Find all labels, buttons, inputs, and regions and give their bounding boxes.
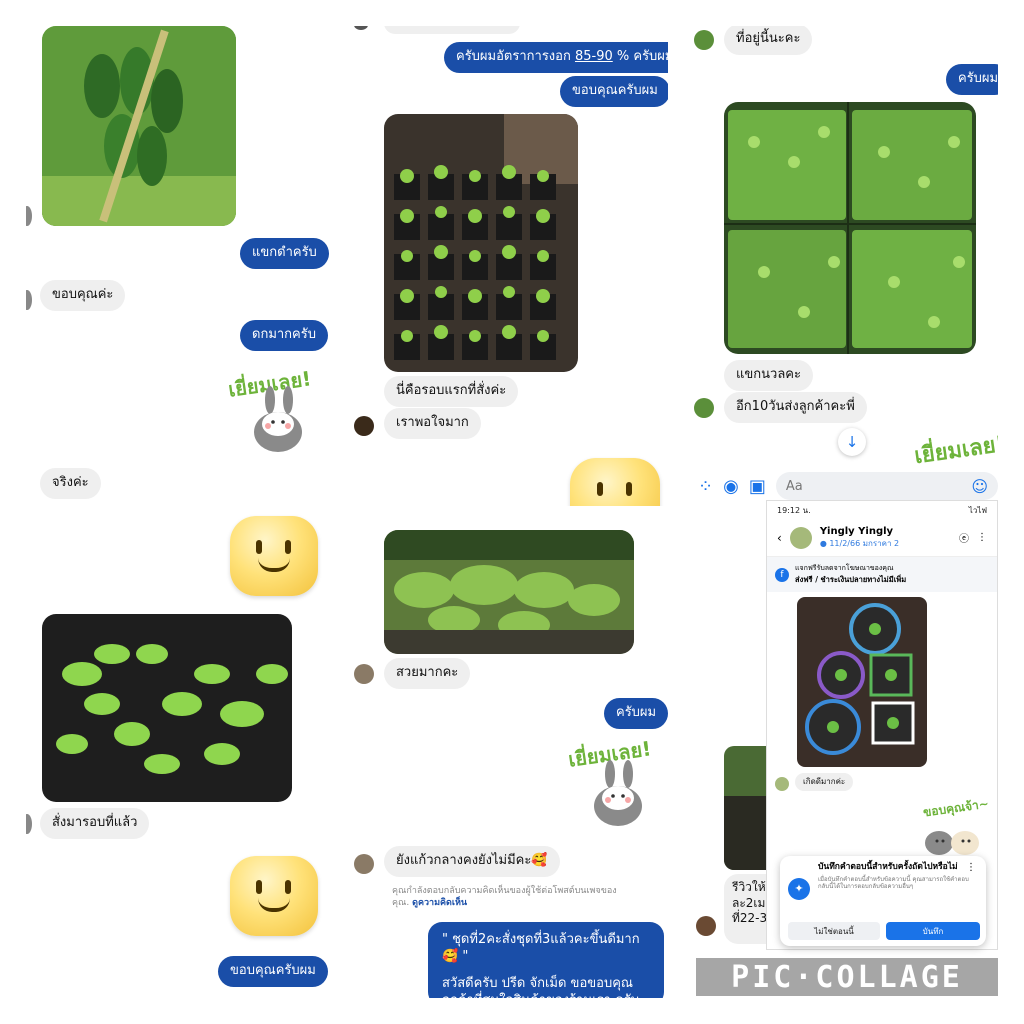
facebook-icon: f: [775, 567, 789, 582]
dialog-title: บันทึกคำตอบนี้สำหรับครั้งถัดไปหรือไม่: [818, 862, 958, 872]
sender-avatar: [694, 398, 714, 418]
germination-suffix: % ครับผม: [612, 49, 668, 64]
sender-avatar: [354, 854, 374, 874]
bubble-thank-you: ขอบคุณค่ะ: [40, 280, 126, 311]
panel-chat-6-left: รีวิวให้ ละ2เม ที่22-3: [694, 510, 766, 954]
sender-avatar: [694, 30, 714, 50]
not-now-button[interactable]: ไม่ใช่ตอนนี้: [788, 922, 880, 940]
save-button[interactable]: บันทึก: [886, 922, 980, 940]
bubble-sprouted-well: เกิดดีมากค่ะ: [795, 773, 854, 792]
rabbit-sticker: [917, 813, 987, 857]
status-signal: ไวไฟ: [968, 505, 987, 515]
smiley-emoji: [230, 856, 318, 936]
sticker-caption: เยี่ยมเลย!: [912, 431, 998, 466]
sender-avatar: [775, 777, 789, 791]
nursery-photo[interactable]: [384, 530, 634, 654]
bubble-yes: ครับผม: [604, 698, 668, 729]
notice-line2: ส่งฟรี / ชำระเงินปลายทางไม่มีเพิ่ม: [795, 575, 907, 584]
pots-photo[interactable]: [797, 597, 927, 767]
emoji-icon[interactable]: ☺: [971, 477, 988, 496]
smiley-emoji: [230, 516, 318, 596]
save-reply-dialog: ✦ ⋮ บันทึกคำตอบนี้สำหรับครั้งถัดไปหรือไม…: [780, 856, 986, 946]
scroll-down-button[interactable]: ↓: [838, 428, 866, 456]
apps-grid-icon[interactable]: ⁘: [698, 476, 713, 497]
bubble-thanks: ขอบคุณครับผม: [560, 76, 668, 107]
panel-chat-1: แขกดำครับ ขอบคุณค่ะ ดกมากครับ เยี่ยมเลย!…: [26, 26, 346, 506]
seedling-tray-photo[interactable]: [384, 114, 578, 372]
reply-note-line1: คุณกำลังตอบกลับความคิดเห็นของผู้ใช้ต่อโพ…: [392, 886, 617, 896]
bubble-very-satisfied: เราพอใจมาก: [384, 408, 481, 439]
bubble-ordered-last-round: สั่งมารอบที่แล้ว: [40, 808, 150, 839]
sender-avatar: [26, 206, 32, 226]
quote-text: " ชุดที่2คะสั่งชุดที่3แล้วคะขึ้นดีมาก🥰 ": [442, 932, 640, 964]
bubble-lots-of-fruit: ดกมากครับ: [240, 320, 328, 351]
more-icon[interactable]: ⋮: [977, 532, 987, 543]
view-comment-link[interactable]: ดูความคิดเห็น: [412, 898, 467, 908]
contact-avatar: [789, 526, 812, 549]
bubble-black-kernel: แขกนวลคะ: [724, 360, 813, 391]
sender-avatar: [696, 916, 716, 936]
status-time: 19:12 น.: [777, 505, 811, 515]
sender-avatar: [354, 416, 374, 436]
back-icon[interactable]: ‹: [777, 531, 782, 545]
bubble-thanks: ขอบคุณครับผม: [218, 956, 328, 987]
review-line1: รีวิวให้: [732, 880, 766, 894]
reply-note-line2: คุณ.: [392, 897, 410, 908]
panel-chat-5: สวยมากคะ ครับผม เยี่ยมเลย! ยังแก้วกลางคง…: [350, 510, 668, 998]
bubble-black-variety: แขกดำครับ: [240, 238, 329, 269]
contact-name: Yingly Yingly: [819, 525, 894, 537]
info-icon[interactable]: ⓔ: [959, 530, 969, 545]
dialog-description: เมื่อบันทึกคำตอบนี้สำหรับข้อความนี้ คุณส…: [818, 875, 969, 891]
gallery-icon[interactable]: ▣: [749, 476, 766, 497]
sender-avatar: [26, 290, 32, 310]
bubble-first-round: นี่คือรอบแรกที่สั่งค่ะ: [384, 376, 519, 407]
papaya-photo[interactable]: [42, 26, 236, 226]
review-line3: ที่22-3: [732, 911, 766, 926]
message-input[interactable]: Aa ☺: [775, 472, 998, 500]
status-bar: 19:12 น. ไวไฟ: [767, 501, 997, 519]
bubble-reply-quote: " ชุดที่2คะสั่งชุดที่3แล้วคะขึ้นดีมาก🥰 "…: [428, 922, 664, 998]
messenger-icon: ✦: [788, 878, 810, 900]
sender-avatar: [26, 814, 32, 834]
panel-chat-2: ครับผมอัตราการงอก 85-90 % ครับผม ขอบคุณค…: [350, 26, 668, 506]
message-input-placeholder: Aa: [785, 478, 803, 494]
camera-icon[interactable]: ◉: [723, 476, 739, 497]
sender-avatar: [354, 664, 374, 684]
rabbit-sticker: เยี่ยมเลย!: [566, 732, 666, 832]
reply-text: สวัสดีครับ ปรีด จักเม็ด ขอขอบคุณลูกค้าที…: [442, 975, 639, 998]
bubble-germination-rate: ครับผมอัตราการงอก 85-90 % ครับผม: [444, 42, 668, 73]
sender-avatar: [354, 26, 368, 30]
germination-rate-value: 85-90: [574, 49, 613, 64]
bubble-yes: ครับผม: [946, 64, 998, 95]
reply-note: คุณกำลังตอบกลับความคิดเห็นของผู้ใช้ต่อโพ…: [392, 886, 617, 909]
bubble-very-pretty: สวยมากคะ: [384, 658, 471, 689]
rabbit-sticker: เยี่ยมเลย!: [226, 364, 326, 456]
notice-line1: แจกฟรีรับลดจากโฆษณาของคุณ: [795, 564, 894, 572]
bubble-review: รีวิวให้ ละ2เม ที่22-3: [724, 874, 766, 944]
bubble-address: ที่อยู่นี้นะคะ: [724, 26, 813, 55]
bubble-cut-top: [384, 26, 520, 34]
pic-collage-watermark: PIC·COLLAGE: [696, 958, 998, 996]
seedling-leaves-photo[interactable]: [42, 614, 292, 802]
dialog-more-icon[interactable]: ⋮: [966, 862, 976, 873]
panel-chat-4: สั่งมารอบที่แล้ว ขอบคุณครับผม: [26, 510, 346, 998]
review-line2: ละ2เม: [732, 895, 766, 910]
contact-subtitle: ● 11/2/66 มกราคา 2: [819, 538, 900, 548]
germination-prefix: ครับผมอัตราการงอก: [456, 49, 575, 64]
seedlings-partial-photo[interactable]: [724, 746, 766, 870]
bubble-really: จริงค่ะ: [40, 468, 101, 499]
bubble-ten-days: อีก10วันส่งลูกค้าคะพี่: [724, 392, 867, 423]
panel-chat-3: ที่อยู่นี้นะคะ ครับผม แขกนวลคะ อีก10วันส…: [694, 26, 998, 466]
ad-notice: f แจกฟรีรับลดจากโฆษณาของคุณ ส่งฟรี / ชำร…: [767, 557, 997, 592]
smiley-emoji: [570, 458, 660, 506]
seedling-grid-photo[interactable]: [724, 102, 976, 354]
bubble-not-sprouted: ยังแก้วกลางคงยังไม่มีคะ🥰: [384, 846, 560, 877]
chat-header: ‹ Yingly Yingly ● 11/2/66 มกราคา 2 ⓔ ⋮: [767, 519, 997, 557]
